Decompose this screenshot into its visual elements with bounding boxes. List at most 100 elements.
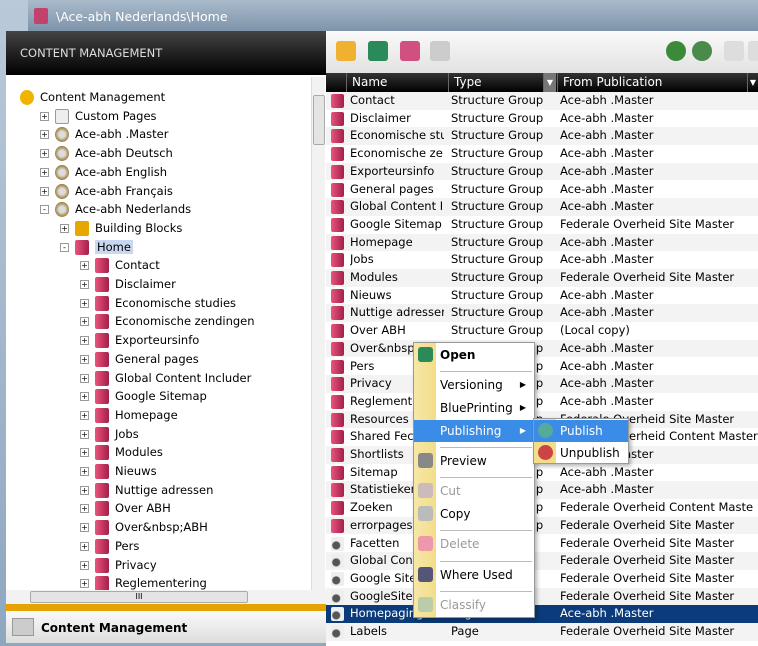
splitter-handle[interactable]: [6, 604, 326, 611]
tree-item-disclaimer[interactable]: + Disclaimer: [80, 275, 176, 293]
copy-icon[interactable]: [748, 41, 758, 61]
column-menu-icon[interactable]: ▼: [543, 73, 556, 92]
expand-icon[interactable]: +: [80, 317, 89, 327]
expand-icon[interactable]: +: [80, 485, 89, 495]
tree-item-global-content-includer[interactable]: + Global Content Includer: [80, 369, 251, 387]
tree-item-nieuws[interactable]: + Nieuws: [80, 462, 157, 480]
expand-icon[interactable]: +: [40, 149, 49, 159]
expand-icon[interactable]: +: [80, 298, 89, 308]
tree-item-ace-abh-deutsch[interactable]: + Ace-abh Deutsch: [40, 144, 173, 162]
tree-item-privacy[interactable]: + Privacy: [80, 556, 157, 574]
list-row[interactable]: Over ABH Structure Group (Local copy): [326, 322, 758, 340]
tree-item-ace-abh-nederlands[interactable]: - Ace-abh Nederlands: [40, 200, 191, 218]
expand-icon[interactable]: +: [40, 111, 49, 121]
expand-icon[interactable]: +: [80, 467, 89, 476]
tree-item-ace-abh-fran-ais[interactable]: + Ace-abh Français: [40, 182, 173, 200]
expand-icon[interactable]: +: [80, 373, 89, 383]
tree-item-content-management[interactable]: Content Management: [20, 88, 165, 106]
column-type[interactable]: Type: [448, 73, 556, 92]
list-row[interactable]: Disclaimer Structure Group Ace-abh .Master: [326, 110, 758, 128]
expand-icon[interactable]: +: [80, 560, 89, 570]
expand-icon[interactable]: +: [80, 354, 89, 364]
unpublish-icon[interactable]: [692, 41, 712, 61]
expand-icon[interactable]: +: [80, 504, 89, 514]
menu-item-where-used[interactable]: Where Used: [414, 564, 534, 586]
expand-icon[interactable]: +: [40, 167, 49, 177]
menu-item-versioning[interactable]: Versioning ▶: [414, 374, 534, 396]
collapse-icon[interactable]: -: [40, 205, 49, 215]
tree-item-economische-studies[interactable]: + Economische studies: [80, 294, 236, 312]
menu-item-unpublish[interactable]: Unpublish: [534, 442, 628, 464]
list-row[interactable]: Over&nbspStructure GroupAce-abh .Master: [326, 339, 758, 358]
vertical-scrollbar[interactable]: [311, 77, 325, 590]
horizontal-scrollbar[interactable]: III: [6, 590, 326, 604]
expand-icon[interactable]: +: [40, 130, 49, 140]
tree-item-contact[interactable]: + Contact: [80, 256, 160, 274]
list-row[interactable]: PrivacyStructure GroupAce-abh .Master: [326, 375, 758, 393]
list-row[interactable]: FacettenPageFederale Overheid Site Maste…: [326, 535, 758, 553]
menu-item-preview[interactable]: Preview: [414, 450, 534, 472]
column-from-publication[interactable]: From Publication: [557, 73, 747, 92]
new-schema-icon[interactable]: [368, 41, 388, 61]
column-name[interactable]: Name: [346, 73, 451, 92]
menu-item-blueprinting[interactable]: BluePrinting ▶: [414, 397, 534, 419]
new-folder-icon[interactable]: [336, 41, 356, 61]
menu-item-publish[interactable]: Publish: [534, 420, 628, 442]
menu-item-classify[interactable]: Classify: [414, 594, 534, 616]
tree-item-custom-pages[interactable]: + Custom Pages: [40, 107, 157, 125]
list-row[interactable]: StatistiekenStructure GroupAce-abh .Mast…: [326, 481, 758, 500]
list-row[interactable]: PersStructure GroupAce-abh .Master: [326, 358, 758, 376]
list-row[interactable]: Homepage Structure Group Ace-abh .Master: [326, 233, 758, 252]
publish-icon[interactable]: [666, 41, 686, 61]
tree-item-general-pages[interactable]: + General pages: [80, 350, 199, 368]
list-row[interactable]: ZoekenStructure GroupFederale Overheid C…: [326, 499, 758, 517]
collapse-icon[interactable]: -: [60, 242, 69, 252]
scroll-thumb[interactable]: III: [30, 591, 248, 603]
list-row[interactable]: SitemapStructure GroupAce-abh .Master: [326, 464, 758, 482]
expand-icon[interactable]: +: [80, 280, 89, 289]
list-row[interactable]: Labels Page Federale Overheid Site Master: [326, 623, 758, 641]
list-row[interactable]: Google Sitemap Structure Group Federale Ov…: [326, 216, 758, 234]
list-row[interactable]: Nieuws Structure Group Ace-abh .Master: [326, 287, 758, 305]
tree-item-pers[interactable]: + Pers: [80, 537, 139, 555]
list-row[interactable]: ReglementeStructure GroupAce-abh .Master: [326, 393, 758, 411]
list-row[interactable]: Exporteursinfo Structure Group Ace-abh .Ma…: [326, 162, 758, 181]
menu-item-copy[interactable]: Copy: [414, 503, 534, 525]
tree-item-modules[interactable]: + Modules: [80, 443, 163, 461]
tree-item-over-nbsp-abh[interactable]: + Over&nbsp;ABH: [80, 518, 208, 536]
new-structure-group-icon[interactable]: [400, 41, 420, 61]
list-row[interactable]: Modules Structure Group Federale Overheid …: [326, 269, 758, 287]
tree-item-building-blocks[interactable]: + Building Blocks: [60, 219, 182, 237]
list-row[interactable]: errorpagesStructure GroupFederale Overhe…: [326, 516, 758, 535]
list-row[interactable]: Contact Structure Group Ace-abh .Master: [326, 92, 758, 110]
expand-icon[interactable]: +: [80, 448, 89, 458]
tree-item-nuttige-adressen[interactable]: + Nuttige adressen: [80, 481, 213, 499]
tree-item-jobs[interactable]: + Jobs: [80, 425, 139, 443]
list-row[interactable]: Global Content I Structure Group Ace-abh .…: [326, 198, 758, 216]
expand-icon[interactable]: +: [80, 429, 89, 439]
menu-item-open[interactable]: Open: [414, 344, 534, 366]
tree-item-homepage[interactable]: + Homepage: [80, 406, 178, 424]
tree-item-ace-abh-english[interactable]: + Ace-abh English: [40, 163, 167, 181]
new-page-icon[interactable]: [430, 41, 450, 61]
tree-item-economische-zendingen[interactable]: + Economische zendingen: [80, 312, 255, 330]
column-menu-icon[interactable]: ▼: [747, 73, 758, 92]
list-row[interactable]: Google SitePageFederale Overheid Site Ma…: [326, 570, 758, 588]
list-row[interactable]: Global ConPageFederale Overheid Site Mas…: [326, 552, 758, 570]
tree-item-ace-abh-master[interactable]: + Ace-abh .Master: [40, 125, 168, 143]
scroll-thumb[interactable]: [313, 95, 325, 145]
menu-item-delete[interactable]: Delete: [414, 533, 534, 555]
menu-item-publishing[interactable]: Publishing ▶: [414, 420, 534, 442]
expand-icon[interactable]: +: [80, 392, 89, 402]
expand-icon[interactable]: +: [80, 523, 89, 533]
list-row[interactable]: HomepagingPageAce-abh .Master: [326, 605, 758, 623]
list-row[interactable]: GoogleSitePageFederale Overheid Site Mas…: [326, 587, 758, 606]
list-row[interactable]: General pages Structure Group Ace-abh .Mas…: [326, 181, 758, 199]
tree-item-exporteursinfo[interactable]: + Exporteursinfo: [80, 331, 199, 349]
list-row[interactable]: Economische ze Structure Group Ace-abh .Ma…: [326, 145, 758, 163]
expand-icon[interactable]: +: [80, 579, 89, 589]
tree-item-home[interactable]: - Home: [60, 238, 133, 256]
expand-icon[interactable]: +: [80, 410, 89, 420]
list-row[interactable]: Nuttige adressen Structure Group Ace-abh .…: [326, 304, 758, 323]
expand-icon[interactable]: +: [60, 223, 69, 233]
